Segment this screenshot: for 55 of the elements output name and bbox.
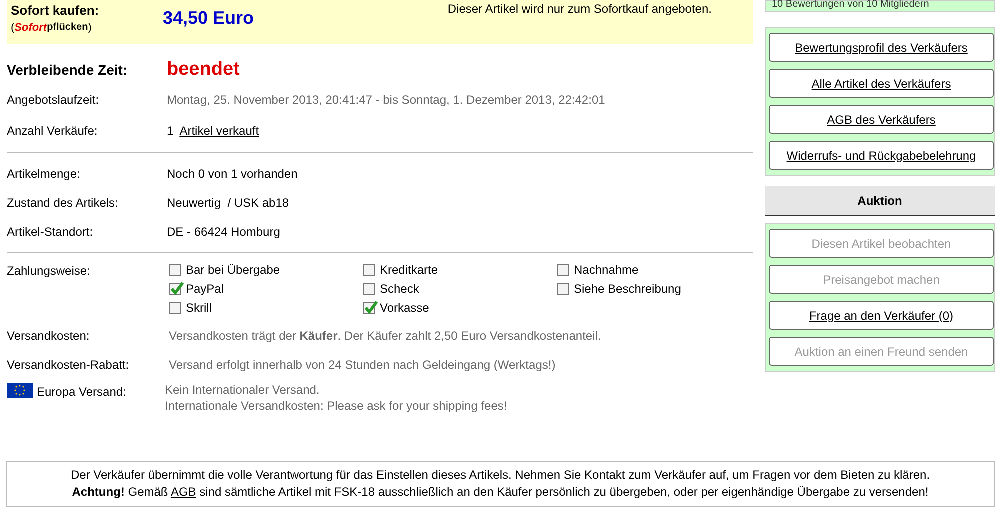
checkbox-label: Bar bei Übergabe: [186, 262, 280, 279]
checkbox-label: Scheck: [380, 281, 420, 298]
field-label: Zahlungsweise:: [7, 263, 92, 280]
buy-now-label: Sofort kaufen:: [11, 3, 100, 19]
parenthesis: (: [11, 21, 15, 36]
brand-logo-text: Sofort: [14, 21, 48, 36]
checkbox[interactable]: [557, 264, 569, 276]
field-value: Kein Internationaler Versand.: [165, 382, 321, 398]
checkbox-label: Skrill: [186, 300, 212, 317]
checkbox-label: Kreditkarte: [380, 262, 438, 279]
checkbox-label: Nachnahme: [574, 262, 639, 279]
field-label: Versandkosten:: [7, 328, 91, 344]
parenthesis: ): [88, 21, 92, 36]
field-label: Artikelmenge:: [7, 166, 82, 182]
checkbox[interactable]: [169, 264, 181, 276]
checkbox[interactable]: [363, 283, 375, 295]
field-value: Versand erfolgt innerhalb von 24 Stunden nach Geldeingang (Werktags!): [169, 356, 556, 374]
checkbox-label: Siehe Beschreibung: [574, 281, 682, 298]
field-label: Artikel-Standort:: [7, 224, 94, 240]
field-label: Europa Versand:: [37, 384, 126, 401]
field-value: Noch 0 von 1 vorhanden: [167, 166, 298, 182]
sidebar-button[interactable]: Widerrufs- und Rückgabebelehrung: [769, 141, 994, 170]
offer-note: Dieser Artikel wird nur zum Sofortkauf angeboten.: [448, 1, 712, 18]
sidebar-button[interactable]: Bewertungsprofil des Verkäufers: [769, 33, 994, 62]
agb-link[interactable]: AGB: [170, 485, 196, 499]
field-value: Montag, 25. November 2013, 20:41:47 - bis Sonntag, 1. Dezember 2013, 22:42:01: [167, 92, 606, 108]
eu-flag-icon: [7, 383, 33, 398]
field-label: Angebotslaufzeit:: [7, 92, 100, 108]
checkbox-label: PayPal: [186, 281, 224, 298]
section-header: Auktion: [765, 186, 995, 216]
field-value: 1: [167, 122, 174, 140]
field-value: DE - 66424 Homburg: [167, 224, 280, 240]
field-value: Versandkosten trägt der Käufer. Der Käufer zahlt 2,50 Euro Versandkostenanteil.: [169, 328, 602, 344]
notice-text: Der Verkäufer übernimmt die volle Verantwortung für das Einstellen dieses Artikels. Nehmen Sie Kontakt zum Verkäufer auf, um Fragen vor dem Bieten zu klären.: [70, 467, 930, 484]
checkbox[interactable]: [363, 264, 375, 276]
sidebar-button[interactable]: Alle Artikel des Verkäufers: [769, 69, 994, 98]
field-value: Internationale Versandkosten: Please ask for your shipping fees!: [165, 398, 508, 414]
price: 34,50 Euro: [163, 7, 254, 30]
field-value: Neuwertig / USK ab18: [167, 194, 290, 212]
checkbox[interactable]: [557, 283, 569, 295]
remaining-time-value: beendet: [167, 58, 240, 82]
checkbox[interactable]: [363, 302, 375, 314]
ratings-text: 10 Bewertungen von 10 Mitgliedern: [772, 0, 930, 11]
warning-text: Achtung! Gemäß AGB sind sämtliche Artikel mit FSK-18 ausschließlich an den Käufer persönlich zu übergeben, oder per eigenhändige Übergabe zu versenden!: [72, 484, 929, 501]
brand-suffix: pflücken: [47, 21, 88, 35]
checkbox[interactable]: [169, 302, 181, 314]
sidebar-button[interactable]: Frage an den Verkäufer (0): [769, 301, 994, 330]
field-label: Anzahl Verkäufe:: [7, 122, 99, 140]
checkbox-label: Vorkasse: [380, 300, 430, 317]
sold-items-link[interactable]: Artikel verkauft: [180, 122, 260, 140]
checkbox[interactable]: [169, 283, 181, 295]
field-label: Zustand des Artikels:: [7, 194, 120, 212]
field-label: Versandkosten-Rabatt:: [7, 356, 130, 374]
remaining-time-label: Verbleibende Zeit:: [7, 60, 129, 80]
sidebar-button[interactable]: AGB des Verkäufers: [769, 105, 994, 134]
